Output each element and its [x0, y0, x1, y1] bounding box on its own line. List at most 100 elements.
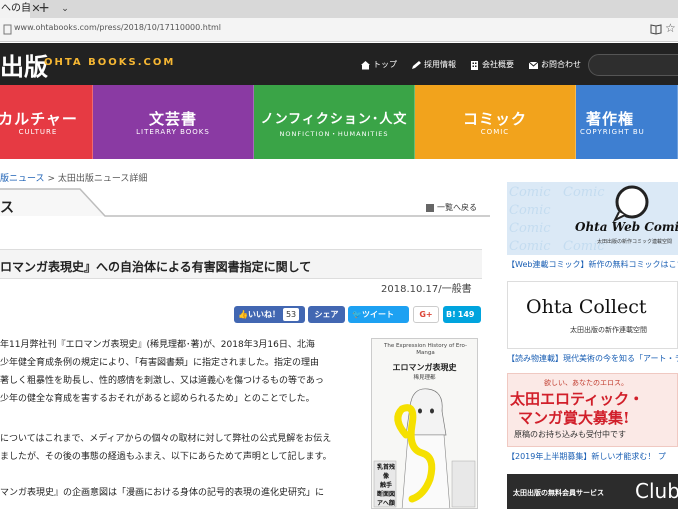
svg-text:Comic: Comic: [509, 221, 551, 236]
page-root: への自 ✕ + ⌄ www.ohtabooks.com/press/2018/1…: [0, 0, 678, 509]
club-membership-banner[interactable]: 太田出版の無料会員サービス Club: [507, 474, 678, 509]
url-field[interactable]: www.ohtabooks.com/press/2018/10/17110000…: [14, 23, 221, 32]
google-plus-button[interactable]: G+: [413, 306, 439, 323]
sidebar-link-award[interactable]: 【2019年上半期募集】新しい才能求む！ プ: [507, 451, 666, 462]
home-icon: [361, 60, 370, 69]
award-title-line2: マンガ賞大募集!: [518, 409, 630, 427]
article-meta: 2018.10.17/一般書: [381, 284, 472, 295]
collect-subtitle: 太田出版の新作連載空間: [570, 326, 647, 334]
category-sublabel: LITERARY BOOKS: [136, 128, 210, 136]
ohta-collect-banner[interactable]: Ohta Collect 太田出版の新作連載空間: [507, 281, 678, 349]
web-comic-subtitle: 太田出版の新作コミック連載空間: [597, 239, 673, 245]
breadcrumb-link-news[interactable]: 版ニュース: [0, 174, 45, 184]
category-sublabel: NONFICTION・HUMANITIES: [279, 130, 389, 138]
category-sublabel: COPYRIGHT BU: [580, 128, 645, 136]
band-line: 断面図: [376, 491, 395, 498]
article-title: ロマンガ表現史』への自治体による有害図書指定に関して: [0, 260, 312, 274]
share-label: シェア: [314, 310, 339, 319]
search-input[interactable]: [588, 54, 678, 76]
back-link-label: 一覧へ戻る: [437, 203, 477, 212]
sidebar-link-reading[interactable]: 【読み物連載】現代美術の今を知る「アート・ラ: [507, 353, 678, 364]
tweet-label: ツイート: [361, 310, 394, 319]
category-label: ノンフィクション･人文: [260, 112, 408, 127]
site-logo-text[interactable]: OHTA BOOKS.COM: [44, 57, 175, 68]
site-logo[interactable]: 出版: [0, 47, 48, 82]
book-title-jp: エロマンガ表現史: [392, 363, 457, 372]
nav-recruit[interactable]: 採用情報: [411, 59, 456, 70]
category-sublabel: COMIC: [480, 128, 510, 136]
body-line: 年11月弊社刊『エロマンガ表現史』(稀見理都･著)が、2018年3月16日、北海: [0, 340, 315, 350]
list-icon: [426, 203, 434, 212]
band-line: 乳首残像: [376, 464, 395, 480]
club-text: 太田出版の無料会員サービス: [513, 489, 604, 497]
body-line: についてはこれまで、メディアからの個々の取材に対して弊社の公式見解をお伝え: [0, 434, 332, 444]
tweet-button[interactable]: 🐦ツイート: [348, 306, 409, 323]
category-copyright[interactable]: 著作権 COPYRIGHT BU: [576, 85, 678, 159]
body-line: マンガ表現史』の企画意図は「漫画における身体の記号的表現の進化史研究」に: [0, 488, 325, 498]
site-header: 出版 OHTA BOOKS.COM トップ 採用情報 会社概要 お問合わせ: [0, 43, 678, 85]
category-culture[interactable]: カルチャー CULTURE: [0, 85, 93, 159]
pen-icon: [412, 60, 421, 69]
category-label: コミック: [462, 110, 527, 128]
band-line: アヘ顔: [377, 500, 395, 507]
book-band-text: 乳首残像 触手 断面図 アヘ顔: [375, 463, 397, 508]
category-nonfiction[interactable]: ノンフィクション･人文 NONFICTION・HUMANITIES: [254, 85, 415, 159]
twitter-bird-icon: 🐦: [352, 310, 362, 319]
building-icon: [471, 60, 478, 70]
club-logo: Club: [635, 479, 678, 503]
nav-label: お問合わせ: [541, 60, 581, 69]
browser-tab-bar: への自 ✕ + ⌄: [0, 0, 678, 18]
back-to-list-link[interactable]: 一覧へ戻る: [426, 202, 477, 213]
breadcrumb: 版ニュース > 太田出版ニュース詳細: [0, 171, 147, 184]
hatena-label: B!: [446, 310, 456, 319]
like-label: いいね！: [247, 310, 280, 319]
facebook-share-button[interactable]: シェア: [308, 306, 345, 323]
nav-company[interactable]: 会社概要: [469, 59, 514, 70]
svg-text:Comic: Comic: [563, 185, 605, 200]
web-comic-logo: Ohta Web Comic: [575, 220, 678, 234]
body-line: 少年健全育成条例の規定により、「有害図書類」に指定されました。指定の理由: [0, 358, 319, 368]
award-tagline: 欲しい、あなたのエロス。: [544, 379, 628, 387]
page-icon: [3, 24, 12, 35]
tab-title: への自: [1, 3, 30, 14]
favorite-star-icon[interactable]: ☆: [665, 21, 676, 35]
svg-text:Comic: Comic: [509, 239, 551, 254]
award-title-line1: 太田エロティック・: [510, 390, 644, 408]
category-label: 文芸書: [148, 110, 197, 128]
section-header-divider: [0, 188, 490, 217]
article-title-box: ロマンガ表現史』への自治体による有害図書指定に関して: [0, 249, 482, 279]
browser-tab[interactable]: への自: [0, 0, 30, 18]
category-literary-books[interactable]: 文芸書 LITERARY BOOKS: [93, 85, 254, 159]
category-comic[interactable]: コミック COMIC: [415, 85, 576, 159]
nav-contact[interactable]: お問合わせ: [528, 59, 581, 70]
svg-text:Comic: Comic: [509, 185, 551, 200]
category-sublabel: CULTURE: [18, 128, 58, 136]
nav-label: トップ: [373, 60, 397, 69]
section-title: ス: [0, 200, 14, 216]
hatena-count: 149: [457, 310, 475, 319]
nav-top[interactable]: トップ: [360, 59, 397, 70]
mail-icon: [528, 61, 539, 69]
body-line: 著しく粗暴性を助長し、性的感情を刺激し、又は道義心を傷つけるもの等であっ: [0, 376, 324, 386]
book-cover-image[interactable]: The Expression History of Ero-Manga エロマン…: [371, 338, 478, 509]
category-label: カルチャー: [0, 110, 78, 128]
band-line: 触手: [379, 482, 392, 489]
tab-list-chevron-icon[interactable]: ⌄: [58, 0, 72, 18]
ohta-web-comic-banner[interactable]: Comic Comic Comic Comic Comic Comic Ohta…: [507, 182, 678, 255]
award-note: 原稿のお持ち込みも受付中です: [514, 430, 626, 439]
new-tab-icon[interactable]: +: [36, 0, 52, 18]
facebook-like-button[interactable]: 👍いいね！ 53: [234, 306, 305, 323]
reading-view-icon[interactable]: [650, 23, 662, 35]
nav-label: 採用情報: [424, 60, 456, 69]
hatena-bookmark-button[interactable]: B! 149: [443, 306, 481, 323]
gplus-label: G+: [419, 310, 433, 319]
like-count: 53: [282, 308, 300, 321]
address-bar: www.ohtabooks.com/press/2018/10/17110000…: [0, 18, 678, 42]
body-line: 少年の健全な育成を害するおそれがあると認められるため」とのことでした。: [0, 394, 315, 404]
body-line: ましたが、その後の事態の経過もふまえ、以下にあらためて声明として記します。: [0, 452, 332, 462]
erotic-manga-award-banner[interactable]: 欲しい、あなたのエロス。 太田エロティック・ マンガ賞大募集! 原稿のお持ち込み…: [507, 373, 678, 447]
svg-text:Comic: Comic: [509, 203, 551, 218]
book-title-en: The Expression History of Ero-Manga: [383, 343, 467, 356]
breadcrumb-current: 太田出版ニュース詳細: [57, 174, 148, 184]
sidebar-link-web-comic[interactable]: 【Web連載コミック】新作の無料コミックはこち: [507, 259, 678, 270]
